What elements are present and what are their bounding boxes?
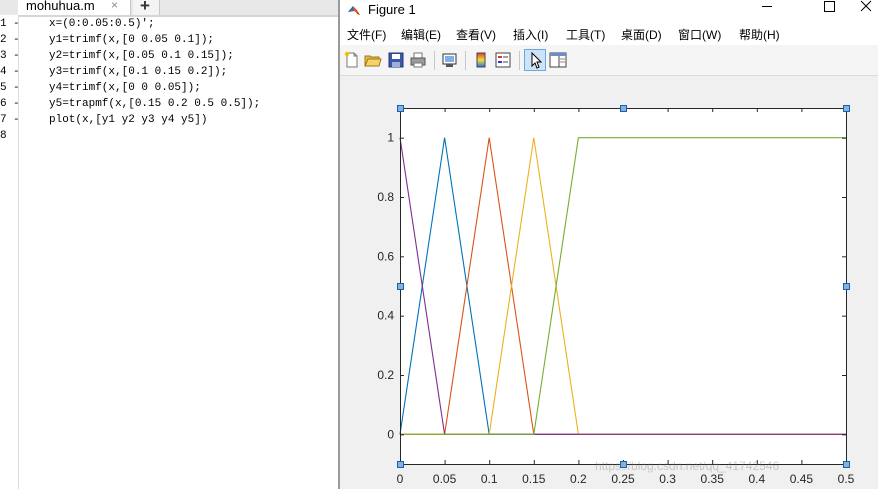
code-line[interactable]: 8 [0, 130, 338, 146]
save-icon[interactable] [387, 51, 405, 69]
toolbar-separator [465, 51, 466, 70]
y-tick-label: 0.4 [377, 309, 394, 323]
menu-window[interactable]: 窗口(W) [678, 26, 721, 43]
close-button[interactable] [834, 0, 878, 23]
y-tick-label: 0.8 [377, 190, 394, 204]
menu-insert[interactable]: 插入(I) [513, 26, 548, 43]
edit-plot-icon [531, 51, 543, 69]
selection-handle[interactable] [397, 105, 404, 112]
code-text: x=(0:0.05:0.5)'; [49, 18, 155, 30]
line-chart[interactable]: 0 0.05 0.1 0.15 0.2 0.25 0.3 0.35 0.4 0.45 0.5 0 0.2… [340, 76, 878, 489]
breakpoint-marker[interactable]: - [13, 50, 20, 62]
line-number: 1 [0, 18, 7, 30]
property-editor-icon[interactable] [549, 51, 567, 69]
menu-tools[interactable]: 工具(T) [566, 26, 605, 43]
menu-edit[interactable]: 编辑(E) [401, 26, 441, 43]
line-number: 4 [0, 66, 7, 78]
y-tick-label: 0.6 [377, 249, 394, 263]
selection-handle[interactable] [620, 105, 627, 112]
breakpoint-marker[interactable]: - [13, 34, 20, 46]
figure-window: Figure 1 文件(F) 编辑(E) 查看(V) 插入(I) 工具(T) 桌… [340, 0, 878, 489]
selection-handle[interactable] [843, 461, 850, 468]
code-text: y1=trimf(x,[0 0.05 0.1]); [49, 34, 215, 46]
x-tick-label: 0.05 [433, 472, 457, 486]
open-file-icon[interactable] [364, 51, 382, 69]
x-tick-label: 0.45 [790, 472, 814, 486]
line-number: 5 [0, 82, 7, 94]
selection-handle[interactable] [397, 461, 404, 468]
close-icon [860, 0, 872, 12]
code-line[interactable]: 6- y5=trapmf(x,[0.15 0.2 0.5 0.5]); [0, 98, 338, 114]
line-number: 3 [0, 50, 7, 62]
legend-icon[interactable] [494, 51, 512, 69]
x-tick-label: 0.1 [481, 472, 498, 486]
figure-toolbar [340, 45, 878, 76]
window-title-bar[interactable]: Figure 1 [340, 0, 878, 23]
plus-icon: + [140, 0, 150, 15]
x-tick-label: 0.4 [748, 472, 765, 486]
code-line[interactable]: 3- y2=trimf(x,[0.05 0.1 0.15]); [0, 50, 338, 66]
menu-file[interactable]: 文件(F) [347, 26, 386, 43]
line-number: 7 [0, 114, 7, 126]
breakpoint-marker[interactable]: - [13, 66, 20, 78]
toolbar-separator [519, 51, 520, 70]
menu-help[interactable]: 帮助(H) [739, 26, 780, 43]
code-line[interactable]: 5- y4=trimf(x,[0 0 0.05]); [0, 82, 338, 98]
window-title: Figure 1 [368, 2, 416, 17]
y-tick-label: 0 [387, 427, 394, 441]
code-text: y5=trapmf(x,[0.15 0.2 0.5 0.5]); [49, 98, 261, 110]
menu-bar: 文件(F) 编辑(E) 查看(V) 插入(I) 工具(T) 桌面(D) 窗口(W… [340, 23, 878, 45]
code-line[interactable]: 1- x=(0:0.05:0.5)'; [0, 18, 338, 34]
x-tick-label: 0.35 [701, 472, 725, 486]
code-line[interactable]: 7- plot(x,[y1 y2 y3 y4 y5]) [0, 114, 338, 130]
editor-panel: mohuhua.m × + 1- x=(0:0.05:0.5)'; 2- y1=tri… [0, 0, 338, 489]
tab-mohuhua[interactable]: mohuhua.m × [18, 0, 131, 15]
x-tick-label: 0 [397, 472, 404, 486]
selection-handle[interactable] [843, 105, 850, 112]
new-tab-button[interactable]: + [133, 0, 160, 15]
code-text: y3=trimf(x,[0.1 0.15 0.2]); [49, 66, 228, 78]
link-icon[interactable] [441, 51, 459, 69]
x-tick-label: 0.5 [838, 472, 855, 486]
line-number: 2 [0, 34, 7, 46]
code-text: plot(x,[y1 y2 y3 y4 y5]) [49, 114, 208, 126]
tab-label: mohuhua.m [26, 0, 95, 13]
figure-canvas[interactable]: 0 0.05 0.1 0.15 0.2 0.25 0.3 0.35 0.4 0.45 0.5 0 0.2… [340, 76, 878, 489]
breakpoint-marker[interactable]: - [13, 114, 20, 126]
breakpoint-marker[interactable]: - [13, 82, 20, 94]
breakpoint-marker[interactable]: - [13, 98, 20, 110]
menu-view[interactable]: 查看(V) [456, 26, 496, 43]
x-tick-label: 0.2 [570, 472, 587, 486]
code-text: y2=trimf(x,[0.05 0.1 0.15]); [49, 50, 234, 62]
menu-desktop[interactable]: 桌面(D) [621, 26, 662, 43]
code-line[interactable]: 4- y3=trimf(x,[0.1 0.15 0.2]); [0, 66, 338, 82]
code-text: y4=trimf(x,[0 0 0.05]); [49, 82, 201, 94]
code-line[interactable]: 2- y1=trimf(x,[0 0.05 0.1]); [0, 34, 338, 50]
matlab-logo-icon [348, 6, 360, 15]
x-tick-label: 0.3 [659, 472, 676, 486]
print-icon[interactable] [409, 51, 427, 69]
line-number: 8 [0, 130, 7, 142]
x-tick-label: 0.15 [522, 472, 546, 486]
minimize-button[interactable] [745, 0, 789, 23]
edit-plot-button[interactable] [524, 49, 546, 71]
selection-handle[interactable] [843, 283, 850, 290]
x-tick-label: 0.25 [611, 472, 635, 486]
selection-handle[interactable] [397, 283, 404, 290]
tab-close-icon[interactable]: × [111, 0, 118, 12]
breakpoint-marker[interactable]: - [13, 18, 20, 30]
y-tick-label: 1 [387, 131, 394, 145]
minimize-icon [762, 6, 772, 7]
new-figure-icon[interactable] [343, 51, 361, 69]
y-tick-label: 0.2 [377, 368, 394, 382]
watermark: https://blog.csdn.net/qq_41742546 [595, 459, 780, 473]
editor-tab-bar: mohuhua.m × + [0, 0, 338, 15]
tab-underline [18, 15, 338, 17]
colorbar-icon[interactable] [472, 51, 490, 69]
line-number: 6 [0, 98, 7, 110]
toolbar-separator [434, 51, 435, 70]
